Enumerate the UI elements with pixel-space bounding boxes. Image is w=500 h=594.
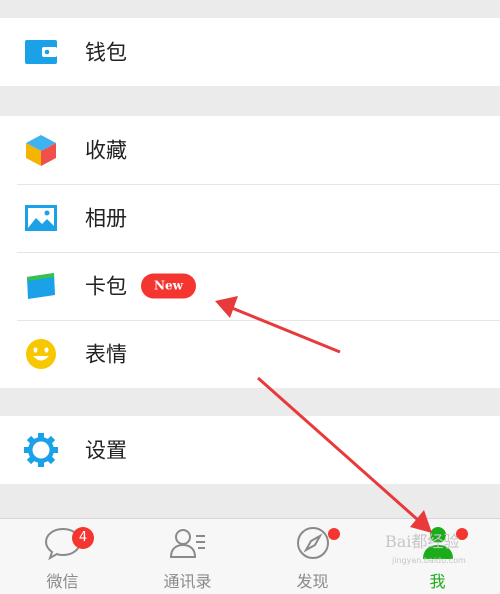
menu-item-label: 相册 [85,206,127,231]
tab-contacts[interactable]: 通讯录 [125,519,250,594]
tab-discover[interactable]: 发现 [250,519,375,594]
menu-item-label: 钱包 [85,40,127,65]
notification-dot [328,528,340,540]
menu-item-album[interactable]: 相册 [0,184,500,252]
menu-item-settings[interactable]: 设置 [0,416,500,484]
menu-item-label: 表情 [85,342,127,367]
tab-label: 通讯录 [163,572,212,591]
content-group: 收藏 相册 卡包 New 表情 [0,116,500,388]
watermark: Bai都经验 [385,532,460,551]
contacts-icon [168,525,208,561]
gear-icon [24,433,58,467]
menu-item-label: 卡包 [85,274,127,299]
new-badge: New [141,273,196,299]
menu-item-label: 设置 [85,438,127,463]
menu-item-label: 收藏 [85,138,127,163]
smiley-icon [24,337,58,371]
menu-item-stickers[interactable]: 表情 [0,320,500,388]
card-icon [24,269,58,303]
settings-group: 设置 [0,416,500,484]
tab-label: 发现 [296,572,329,591]
watermark-url: jingyan.baidu.com [392,556,466,565]
tab-label: 微信 [46,572,79,591]
menu-item-wallet[interactable]: 钱包 [0,18,500,86]
cube-icon [24,133,58,167]
wallet-group: 钱包 [0,18,500,86]
picture-icon [24,201,58,235]
menu-item-cards[interactable]: 卡包 New [0,252,500,320]
compass-icon [293,525,333,561]
tab-label: 我 [429,572,446,591]
tab-chats[interactable]: 4 微信 [0,519,125,594]
wallet-icon [24,35,58,69]
menu-item-favorites[interactable]: 收藏 [0,116,500,184]
unread-count-badge: 4 [72,527,94,549]
